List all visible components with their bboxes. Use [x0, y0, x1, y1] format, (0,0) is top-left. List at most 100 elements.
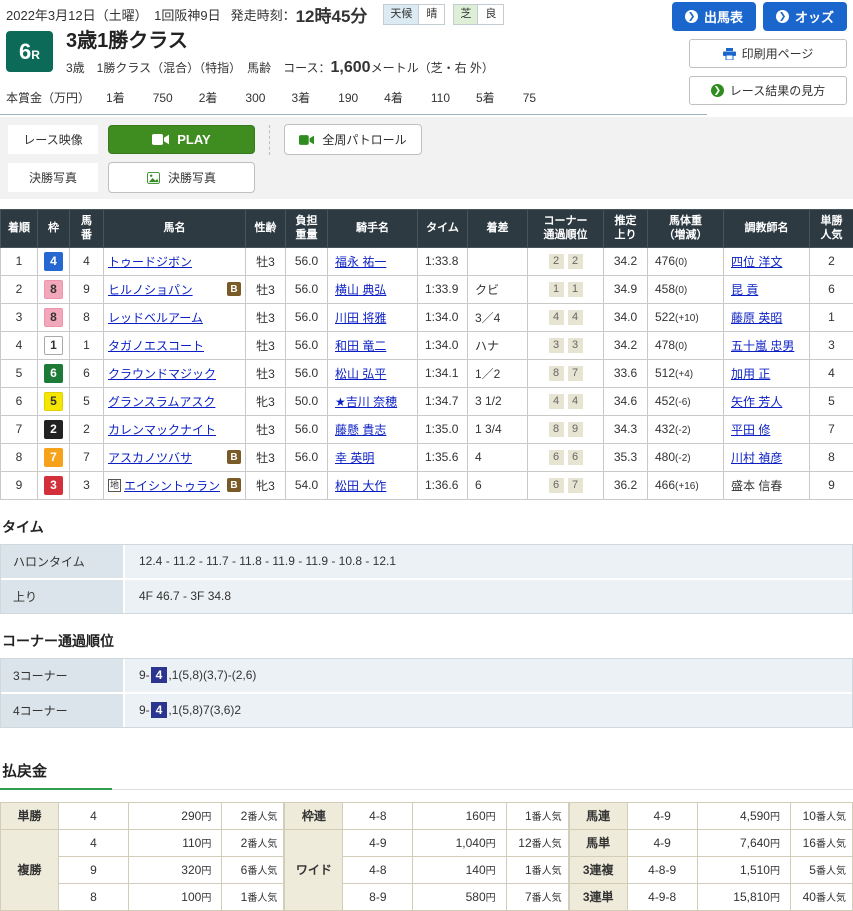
finish-time: 1:33.9	[418, 275, 468, 303]
jockey-link[interactable]: 藤懸 貴志	[335, 423, 386, 437]
payout-popularity-unit: 番人気	[816, 866, 846, 877]
trainer-link[interactable]: 藤原 英昭	[731, 311, 782, 325]
payout-popularity-value: 5	[809, 863, 816, 877]
frame-number-chip: 2	[44, 420, 63, 439]
jockey-link[interactable]: 横山 典弘	[335, 283, 386, 297]
trainer-link[interactable]: 川村 禎彦	[731, 451, 782, 465]
finish-photo-button[interactable]: 決勝写真	[108, 162, 255, 193]
weather-badge-value: 晴	[419, 5, 444, 24]
horse-name-link[interactable]: カレンマックナイト	[108, 421, 216, 438]
payout-popularity-unit: 番人気	[532, 839, 562, 850]
last-3f-time: 34.0	[604, 303, 648, 331]
table-row: 566クラウンドマジック牡356.0松山 弘平1:34.11／28733.651…	[1, 359, 853, 387]
corner-positions: 22	[528, 247, 604, 275]
payout-popularity: 1番人気	[506, 802, 568, 829]
body-weight-value: 432	[655, 422, 675, 436]
horse-name-link[interactable]: アスカノツバサ	[108, 449, 192, 466]
payout-amount-value: 580	[466, 890, 486, 904]
sex-age: 牡3	[246, 331, 286, 359]
entry-table-button[interactable]: ❯ 出馬表	[672, 2, 756, 31]
payout-popularity: 1番人気	[222, 883, 284, 910]
jockey-link[interactable]: 和田 竜二	[335, 339, 386, 353]
trainer-link[interactable]: 五十嵐 忠男	[731, 339, 794, 353]
jockey-link[interactable]: 松山 弘平	[335, 367, 386, 381]
trainer-cell: 加用 正	[724, 359, 810, 387]
payout-table: 単勝4290円2番人気複勝4110円2番人気9320円6番人気8100円1番人気	[0, 802, 284, 911]
corner4-position: 2	[568, 254, 583, 269]
jockey-link[interactable]: 松田 大作	[335, 479, 386, 493]
corner3-position: 4	[549, 394, 564, 409]
frame-cell: 8	[38, 303, 70, 331]
horse-name-wrap: カレンマックナイト	[108, 421, 241, 438]
corner3-position: 2	[549, 254, 564, 269]
corner3-position: 3	[549, 338, 564, 353]
table-row: 388レッドベルアーム牡356.0川田 将雅1:34.03／44434.0522…	[1, 303, 853, 331]
col-header-time: タイム	[418, 210, 468, 248]
jockey-cell: 横山 典弘	[328, 275, 418, 303]
print-page-button[interactable]: 印刷用ページ	[689, 39, 847, 68]
payout-popularity-value: 2	[241, 836, 248, 850]
trainer-link[interactable]: 矢作 芳人	[731, 395, 782, 409]
jockey-link[interactable]: ★吉川 奈穂	[335, 395, 397, 409]
finish-position: 7	[1, 415, 38, 443]
play-race-video-button[interactable]: PLAY	[108, 125, 255, 154]
jockey-link[interactable]: 福永 祐一	[335, 255, 386, 269]
weather-badge: 芝良	[453, 4, 504, 25]
horse-number: 9	[70, 275, 104, 303]
jockey-link[interactable]: 幸 英明	[335, 451, 374, 465]
corner4-position: 4	[568, 310, 583, 325]
table-row: 933地エイシントゥランB牝354.0松田 大作1:36.666736.2466…	[1, 471, 853, 499]
frame-cell: 8	[38, 275, 70, 303]
corner-positions: 33	[528, 331, 604, 359]
trainer-link[interactable]: 四位 洋文	[731, 255, 782, 269]
payout-popularity-unit: 番人気	[816, 812, 846, 823]
body-weight-value: 478	[655, 338, 675, 352]
payout-row: 3連単4-9-815,810円40番人気	[569, 883, 852, 910]
trainer-link[interactable]: 平田 修	[731, 423, 770, 437]
jockey-link[interactable]: 川田 将雅	[335, 311, 386, 325]
body-weight: 432(-2)	[648, 415, 724, 443]
trainer-link[interactable]: 加用 正	[731, 367, 770, 381]
odds-button[interactable]: ❯ オッズ	[763, 2, 847, 31]
horse-name-link[interactable]: クラウンドマジック	[108, 365, 216, 382]
sex-age: 牡3	[246, 443, 286, 471]
corner-positions: 44	[528, 387, 604, 415]
table-row: 655グランスラムアスク牝350.0★吉川 奈穂1:34.73 1/24434.…	[1, 387, 853, 415]
horse-name-link[interactable]: タガノエスコート	[108, 337, 204, 354]
printer-icon	[723, 48, 736, 60]
margin: ハナ	[468, 331, 528, 359]
horse-name-link[interactable]: エイシントゥラン	[124, 477, 220, 494]
result-guide-button[interactable]: ❯ レース結果の見方	[689, 76, 847, 105]
payout-row: 複勝4110円2番人気	[1, 829, 284, 856]
payout-amount: 140円	[413, 856, 506, 883]
margin: クビ	[468, 275, 528, 303]
sex-age: 牝3	[246, 387, 286, 415]
sex-age: 牡3	[246, 303, 286, 331]
col-header-trainer: 調教師名	[724, 210, 810, 248]
last-3f-time: 33.6	[604, 359, 648, 387]
horse-name-wrap: ヒルノショパンB	[108, 281, 241, 298]
time-row-label: ハロンタイム	[1, 545, 123, 580]
horse-name-cell: ヒルノショパンB	[104, 275, 246, 303]
frame-number-chip: 6	[44, 364, 63, 383]
arrow-circle-green-icon: ❯	[711, 84, 724, 97]
payout-popularity-value: 16	[803, 836, 816, 850]
payout-popularity-unit: 番人気	[247, 866, 277, 877]
body-weight: 512(+4)	[648, 359, 724, 387]
col-header-pos: 着順	[1, 210, 38, 248]
horse-name-link[interactable]: グランスラムアスク	[108, 393, 215, 410]
blinker-badge: B	[227, 450, 241, 464]
prize-place: 1着	[106, 89, 125, 106]
horse-name-link[interactable]: レッドベルアーム	[108, 309, 203, 326]
trainer-link[interactable]: 昆 貢	[731, 283, 758, 297]
payout-amount-value: 7,640	[740, 836, 770, 850]
margin: 3 1/2	[468, 387, 528, 415]
payout-yen-unit: 円	[770, 812, 780, 823]
horse-name-link[interactable]: ヒルノショパン	[108, 281, 193, 298]
finish-position: 5	[1, 359, 38, 387]
payout-table: 馬連4-94,590円10番人気馬単4-97,640円16番人気3連複4-8-9…	[569, 802, 853, 911]
horse-name-wrap: 地エイシントゥランB	[108, 477, 241, 494]
patrol-video-button[interactable]: 全周パトロール	[284, 124, 422, 155]
horse-name-link[interactable]: トゥードジボン	[108, 253, 192, 270]
corner4-position: 7	[568, 366, 583, 381]
